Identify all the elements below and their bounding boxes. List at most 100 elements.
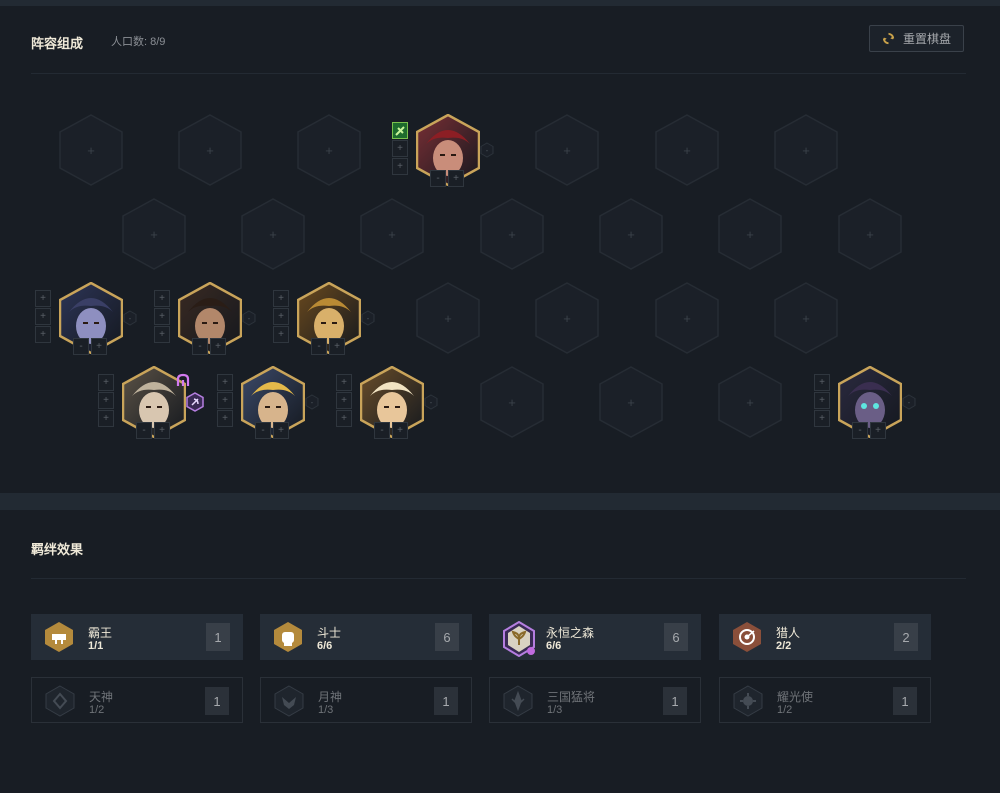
emblem-slot[interactable]: - — [123, 310, 137, 326]
star-up-button[interactable]: + — [329, 338, 345, 355]
empty-hex-slot[interactable]: + — [535, 114, 599, 186]
trait-name: 霸王 — [88, 626, 113, 640]
trait-card-overlord[interactable]: 霸王 1/1 1 — [31, 614, 243, 660]
star-up-button[interactable]: + — [870, 422, 886, 439]
reset-board-button[interactable]: 重置棋盘 — [869, 25, 964, 52]
empty-hex-slot[interactable]: + — [599, 366, 663, 438]
empty-item-slot[interactable]: + — [336, 410, 352, 427]
add-icon: + — [627, 226, 635, 242]
star-down-button[interactable]: - — [192, 338, 208, 355]
empty-hex-slot[interactable]: + — [535, 282, 599, 354]
empty-item-slot[interactable]: + — [392, 158, 408, 175]
empty-item-slot[interactable]: + — [217, 374, 233, 391]
trait-count: 1 — [893, 687, 917, 715]
empty-hex-slot[interactable]: + — [774, 282, 838, 354]
empty-hex-slot[interactable]: + — [480, 198, 544, 270]
svg-text:-: - — [908, 398, 911, 407]
empty-hex-slot[interactable]: + — [718, 366, 782, 438]
empty-item-slot[interactable]: + — [814, 374, 830, 391]
item-slots: + + + — [154, 290, 170, 344]
trait-card-moon[interactable]: 月神 1/3 1 — [260, 677, 472, 723]
empty-hex-slot[interactable]: + — [599, 198, 663, 270]
empty-hex-slot[interactable]: + — [655, 114, 719, 186]
add-icon: + — [683, 142, 691, 158]
empty-item-slot[interactable]: + — [217, 410, 233, 427]
star-down-button[interactable]: - — [430, 170, 446, 187]
empty-item-slot[interactable]: + — [154, 290, 170, 307]
empty-hex-slot[interactable]: + — [297, 114, 361, 186]
emblem-slot[interactable]: - — [424, 394, 438, 410]
star-down-button[interactable]: - — [255, 422, 271, 439]
emblem-slot[interactable]: - — [242, 310, 256, 326]
empty-hex-slot[interactable]: + — [838, 198, 902, 270]
svg-text:-: - — [248, 314, 251, 323]
empty-item-slot[interactable]: + — [98, 392, 114, 409]
star-level-controls: - + — [192, 338, 228, 355]
empty-hex-slot[interactable]: + — [178, 114, 242, 186]
trait-count: 1 — [663, 687, 687, 715]
star-down-button[interactable]: - — [73, 338, 89, 355]
empty-item-slot[interactable]: + — [273, 326, 289, 343]
empty-hex-slot[interactable]: + — [241, 198, 305, 270]
empty-item-slot[interactable]: + — [814, 392, 830, 409]
emblem-slot[interactable]: - — [361, 310, 375, 326]
svg-text:-: - — [430, 398, 433, 407]
empty-item-slot[interactable]: + — [217, 392, 233, 409]
trait-count: 2 — [894, 623, 918, 651]
traits-divider — [31, 578, 966, 579]
item-slots: + + + — [35, 290, 51, 344]
traits-title: 羁绊效果 — [31, 542, 84, 557]
add-icon: + — [325, 142, 333, 158]
trait-name: 耀光使 — [777, 690, 814, 704]
star-level-controls: - + — [136, 422, 172, 439]
composition-title: 阵容组成 — [31, 36, 84, 51]
emblem-slot[interactable]: - — [305, 394, 319, 410]
item-slots: + + + — [273, 290, 289, 344]
trait-card-eternal-forest[interactable]: 永恒之森 6/6 6 — [489, 614, 701, 660]
empty-hex-slot[interactable]: + — [718, 198, 782, 270]
trait-progress: 6/6 — [317, 640, 333, 652]
star-up-button[interactable]: + — [392, 422, 408, 439]
star-down-button[interactable]: - — [852, 422, 868, 439]
empty-hex-slot[interactable]: + — [360, 198, 424, 270]
emblem-slot[interactable]: - — [902, 394, 916, 410]
empty-item-slot[interactable]: + — [35, 326, 51, 343]
empty-item-slot[interactable]: + — [336, 392, 352, 409]
trait-card-hunter[interactable]: 猎人 2/2 2 — [719, 614, 931, 660]
empty-item-slot[interactable]: + — [336, 374, 352, 391]
empty-hex-slot[interactable]: + — [655, 282, 719, 354]
empty-item-slot[interactable]: + — [98, 374, 114, 391]
trait-card-warlord[interactable]: 三国猛将 1/3 1 — [489, 677, 701, 723]
star-down-button[interactable]: - — [311, 338, 327, 355]
empty-hex-slot[interactable]: + — [59, 114, 123, 186]
star-level-controls: - + — [852, 422, 888, 439]
empty-hex-slot[interactable]: + — [774, 114, 838, 186]
star-down-button[interactable]: - — [374, 422, 390, 439]
empty-item-slot[interactable]: + — [154, 326, 170, 343]
empty-item-slot[interactable]: + — [273, 308, 289, 325]
item-icon[interactable] — [392, 122, 408, 139]
empty-hex-slot[interactable]: + — [122, 198, 186, 270]
spatula-icon — [174, 372, 192, 390]
star-down-button[interactable]: - — [136, 422, 152, 439]
star-up-button[interactable]: + — [210, 338, 226, 355]
empty-hex-slot[interactable]: + — [416, 282, 480, 354]
empty-hex-slot[interactable]: + — [480, 366, 544, 438]
empty-item-slot[interactable]: + — [35, 290, 51, 307]
trait-card-radiant[interactable]: 耀光使 1/2 1 — [719, 677, 931, 723]
star-up-button[interactable]: + — [91, 338, 107, 355]
star-up-button[interactable]: + — [273, 422, 289, 439]
empty-item-slot[interactable]: + — [154, 308, 170, 325]
trait-card-fighter[interactable]: 斗士 6/6 6 — [260, 614, 472, 660]
emblem-slot[interactable]: - — [480, 142, 494, 158]
empty-item-slot[interactable]: + — [273, 290, 289, 307]
star-up-button[interactable]: + — [448, 170, 464, 187]
empty-item-slot[interactable]: + — [814, 410, 830, 427]
add-icon: + — [866, 226, 874, 242]
trait-count: 1 — [205, 687, 229, 715]
empty-item-slot[interactable]: + — [98, 410, 114, 427]
star-up-button[interactable]: + — [154, 422, 170, 439]
empty-item-slot[interactable]: + — [392, 140, 408, 157]
trait-card-divine[interactable]: 天神 1/2 1 — [31, 677, 243, 723]
empty-item-slot[interactable]: + — [35, 308, 51, 325]
